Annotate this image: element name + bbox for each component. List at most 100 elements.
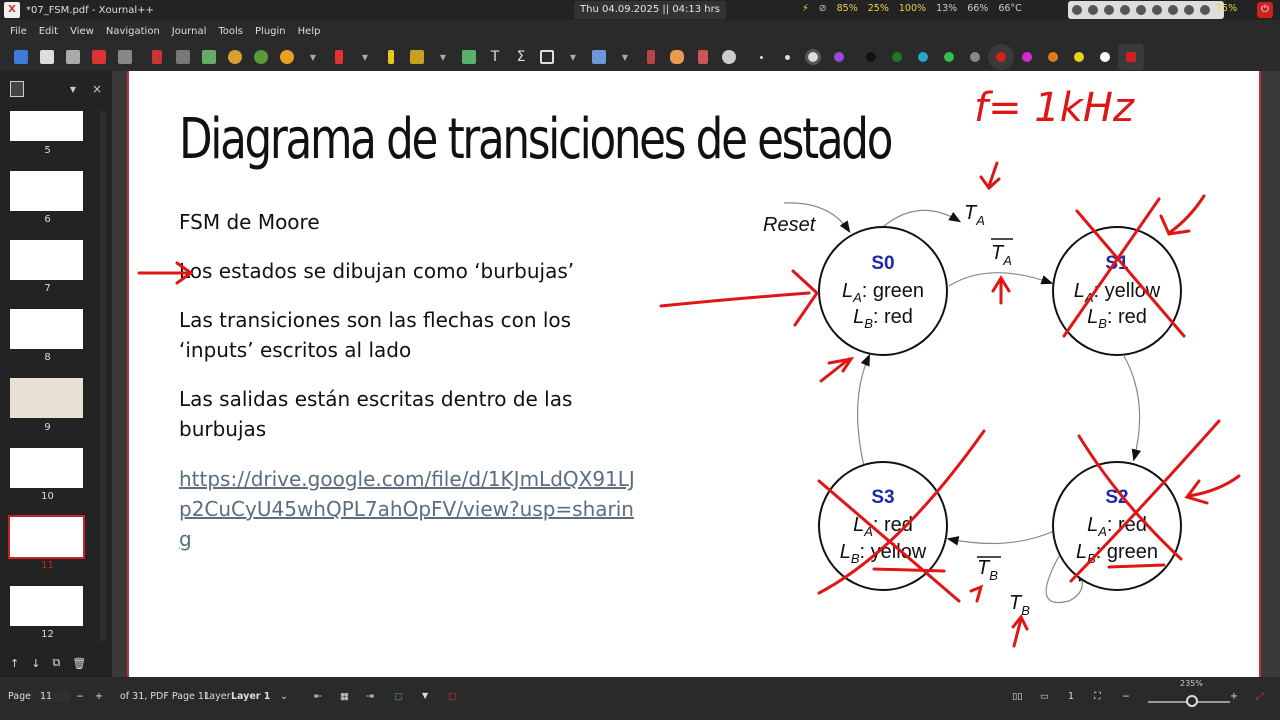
select-options-chevron-icon[interactable]: ▼ xyxy=(560,44,586,70)
system-tray[interactable] xyxy=(1068,1,1224,19)
pen-options-chevron-icon[interactable]: ▼ xyxy=(300,44,326,70)
color-orange-button[interactable] xyxy=(1040,44,1066,70)
shape-options-chevron-icon[interactable]: ▼ xyxy=(430,44,456,70)
layer-forward-icon[interactable]: ⇥ xyxy=(366,691,374,702)
hand-tool-button[interactable] xyxy=(664,44,690,70)
sidebar-close-icon[interactable]: × xyxy=(92,82,102,96)
color-magenta-button[interactable] xyxy=(1014,44,1040,70)
page-thumbnail-6[interactable] xyxy=(10,171,83,211)
highlighter-button[interactable] xyxy=(378,44,404,70)
vspace-options-chevron-icon[interactable]: ▼ xyxy=(612,44,638,70)
sidebar-dropdown-chevron-icon[interactable]: ▼ xyxy=(70,85,76,94)
eraser-options-chevron-icon[interactable]: ▼ xyxy=(352,44,378,70)
page-thumbnail-10[interactable] xyxy=(10,448,83,488)
page-decrement-button[interactable]: − xyxy=(76,691,84,702)
color-green-button[interactable] xyxy=(884,44,910,70)
sidebar-scrollbar[interactable] xyxy=(100,111,106,641)
page-thumbnail-5[interactable] xyxy=(10,111,83,141)
delete-page-icon[interactable]: 🗑 xyxy=(72,657,86,670)
color-red-button[interactable] xyxy=(988,44,1014,70)
color-yellow-button[interactable] xyxy=(1066,44,1092,70)
paste-button[interactable] xyxy=(196,44,222,70)
latex-button[interactable]: Σ xyxy=(508,44,534,70)
menu-help[interactable]: Help xyxy=(292,26,327,37)
eraser-button[interactable] xyxy=(326,44,352,70)
menu-file[interactable]: File xyxy=(4,26,33,37)
menu-navigation[interactable]: Navigation xyxy=(100,26,166,37)
export-pdf-button[interactable] xyxy=(86,44,112,70)
document-canvas[interactable]: Diagrama de transiciones de estado FSM d… xyxy=(112,71,1280,677)
pdf-page[interactable]: Diagrama de transiciones de estado FSM d… xyxy=(127,71,1261,677)
color-gray-button[interactable] xyxy=(962,44,988,70)
medium-stroke-button[interactable] xyxy=(774,44,800,70)
undo-button[interactable] xyxy=(222,44,248,70)
zoom-100-icon[interactable]: 1 xyxy=(1068,691,1074,702)
image-button[interactable] xyxy=(456,44,482,70)
ink-frequency-text[interactable]: f= 1kHz xyxy=(974,85,1135,131)
menu-plugin[interactable]: Plugin xyxy=(249,26,292,37)
custom-color-button[interactable] xyxy=(1118,44,1144,70)
tray-battery-icon[interactable] xyxy=(1200,5,1210,15)
open-button[interactable] xyxy=(60,44,86,70)
page-number-field[interactable]: 11 xyxy=(40,691,70,702)
thick-stroke-button[interactable] xyxy=(800,44,826,70)
layer-select[interactable]: Layer 1 xyxy=(231,691,270,702)
color-light-blue-button[interactable] xyxy=(910,44,936,70)
ruler-button[interactable] xyxy=(690,44,716,70)
layer-stack-icon[interactable]: ▦ xyxy=(340,691,349,702)
new-layer-chevron-icon[interactable]: ▼ xyxy=(422,691,428,700)
color-light-green-button[interactable] xyxy=(936,44,962,70)
select-rect-button[interactable] xyxy=(534,44,560,70)
color-white-button[interactable] xyxy=(1092,44,1118,70)
two-page-view-icon[interactable]: ▯▯ xyxy=(1012,691,1022,702)
page-increment-button[interactable]: + xyxy=(95,691,103,702)
tray-monitor-icon[interactable] xyxy=(1072,5,1082,15)
menu-edit[interactable]: Edit xyxy=(33,26,64,37)
menu-tools[interactable]: Tools xyxy=(212,26,249,37)
tray-wifi-icon[interactable] xyxy=(1152,5,1162,15)
page-preview-icon[interactable] xyxy=(10,81,24,97)
layer-back-icon[interactable]: ⇤ xyxy=(314,691,322,702)
zoom-out-button[interactable]: − xyxy=(1122,691,1130,702)
page-thumbnail-11[interactable] xyxy=(8,515,85,559)
copy-button[interactable] xyxy=(170,44,196,70)
presentation-icon[interactable]: ▭ xyxy=(1040,691,1049,702)
color-black-button[interactable] xyxy=(858,44,884,70)
layer-dropdown-chevron-icon[interactable]: ⌄ xyxy=(280,691,288,702)
page-thumbnail-12[interactable] xyxy=(10,586,83,626)
menu-view[interactable]: View xyxy=(64,26,100,37)
tray-location-icon[interactable] xyxy=(1088,5,1098,15)
print-button[interactable] xyxy=(112,44,138,70)
tray-bluetooth-icon[interactable] xyxy=(1120,5,1130,15)
menu-journal[interactable]: Journal xyxy=(166,26,213,37)
zoom-slider-handle[interactable] xyxy=(1186,695,1198,707)
zoom-fit-icon[interactable]: ⛶ xyxy=(1094,691,1101,702)
page-thumbnail-8[interactable] xyxy=(10,309,83,349)
page-thumbnail-9[interactable] xyxy=(10,378,83,418)
new-document-button[interactable] xyxy=(34,44,60,70)
copy-page-icon[interactable]: ⧉ xyxy=(52,656,60,670)
zoom-in-button[interactable]: + xyxy=(1230,691,1238,702)
move-page-down-icon[interactable]: ↓ xyxy=(31,657,40,670)
shape-fill-button[interactable] xyxy=(404,44,430,70)
move-vertical-button[interactable] xyxy=(638,44,664,70)
thin-stroke-button[interactable] xyxy=(748,44,774,70)
audio-record-button[interactable] xyxy=(716,44,742,70)
vertical-space-button[interactable] xyxy=(586,44,612,70)
power-icon[interactable]: ⏻ xyxy=(1257,2,1273,18)
canvas-vertical-scrollbar[interactable] xyxy=(1270,71,1280,677)
move-page-up-icon[interactable]: ↑ xyxy=(10,657,19,670)
new-layer-icon[interactable]: ▢ xyxy=(394,691,403,702)
pen-tool-button[interactable] xyxy=(274,44,300,70)
save-button[interactable] xyxy=(8,44,34,70)
redo-button[interactable] xyxy=(248,44,274,70)
fill-color-button[interactable] xyxy=(826,44,852,70)
delete-layer-icon[interactable]: ▢ xyxy=(448,691,457,702)
fullscreen-icon[interactable]: ⤢ xyxy=(1256,691,1264,702)
tray-cloud-icon[interactable] xyxy=(1136,5,1146,15)
clock[interactable]: Thu 04.09.2025 || 04:13 hrs xyxy=(574,1,726,19)
cut-button[interactable] xyxy=(144,44,170,70)
tray-app-icon[interactable] xyxy=(1104,5,1114,15)
tray-update-icon[interactable] xyxy=(1184,5,1194,15)
text-tool-button[interactable]: T xyxy=(482,44,508,70)
